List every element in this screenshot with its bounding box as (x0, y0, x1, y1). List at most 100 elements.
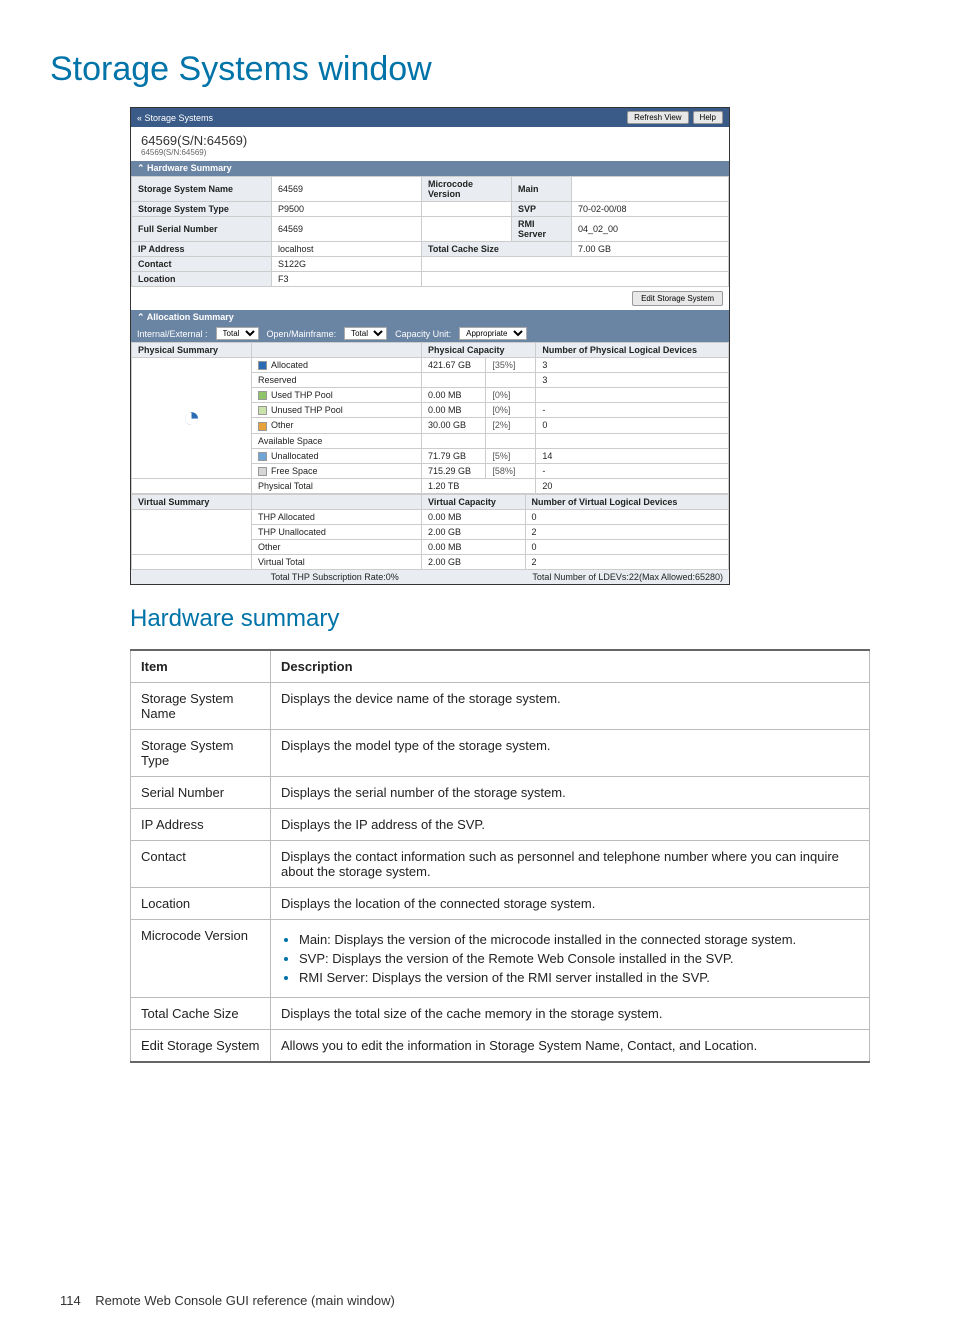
value (572, 177, 729, 202)
value: F3 (272, 272, 422, 287)
row-devices: 3 (536, 373, 729, 388)
refresh-view-button[interactable]: Refresh View (627, 111, 688, 124)
col-header: Number of Virtual Logical Devices (525, 494, 728, 509)
list-item: SVP: Displays the version of the Remote … (299, 951, 859, 966)
row-devices: 0 (525, 509, 728, 524)
row-capacity: 0.00 MB (422, 509, 526, 524)
hardware-summary-table: Storage System Name 64569 Microcode Vers… (131, 176, 729, 287)
physical-total-cap: 1.20 TB (422, 478, 536, 493)
table-row: IP AddressDisplays the IP address of the… (131, 808, 870, 840)
edit-storage-system-button[interactable]: Edit Storage System (632, 291, 723, 306)
value: localhost (272, 242, 422, 257)
row-name: THP Unallocated (252, 524, 422, 539)
breadcrumb-bar: « Storage Systems Refresh View Help (131, 108, 729, 127)
row-name: THP Allocated (252, 509, 422, 524)
value: 70-02-00/08 (572, 202, 729, 217)
desc-item: Total Cache Size (131, 997, 271, 1029)
allocation-summary-header[interactable]: ⌃ Allocation Summary (131, 310, 729, 325)
row-name: Reserved (252, 373, 422, 388)
row-percent (486, 373, 536, 388)
label: SVP (512, 202, 572, 217)
row-name: Other (252, 539, 422, 554)
filter-label: Internal/External : (137, 329, 208, 339)
virtual-total-label: Virtual Total (252, 554, 422, 569)
desc-text: Main: Displays the version of the microc… (271, 919, 870, 997)
desc-text: Displays the model type of the storage s… (271, 729, 870, 776)
row-devices (536, 433, 729, 448)
table-row: THP Allocated0.00 MB0 (132, 509, 729, 524)
help-button[interactable]: Help (693, 111, 723, 124)
table-row: Total Cache SizeDisplays the total size … (131, 997, 870, 1029)
filter-label: Capacity Unit: (395, 329, 451, 339)
row-percent (486, 433, 536, 448)
color-swatch-icon (258, 391, 267, 400)
value: S122G (272, 257, 422, 272)
color-swatch-icon (258, 467, 267, 476)
row-capacity: 2.00 GB (422, 524, 526, 539)
col-header: Virtual Capacity (422, 494, 526, 509)
label: Total Cache Size (422, 242, 572, 257)
col-header: Number of Physical Logical Devices (536, 343, 729, 358)
label: Contact (132, 257, 272, 272)
hardware-summary-header[interactable]: ⌃ Hardware Summary (131, 161, 729, 176)
row-capacity (422, 373, 486, 388)
chevron-icon: ⌃ (137, 312, 147, 322)
label: RMI Server (512, 217, 572, 242)
open-mainframe-select[interactable]: Total (344, 327, 387, 340)
row-percent: [0%] (486, 403, 536, 418)
label: Main (512, 177, 572, 202)
value: P9500 (272, 202, 422, 217)
chevron-icon: ⌃ (137, 163, 147, 173)
hardware-summary-description-table: Item Description Storage System NameDisp… (130, 649, 870, 1063)
row-devices (536, 388, 729, 403)
table-row: Storage System TypeDisplays the model ty… (131, 729, 870, 776)
label: Microcode Version (422, 177, 512, 202)
page-title: Storage Systems window (50, 50, 904, 89)
physical-total-dev: 20 (536, 478, 729, 493)
label: Storage System Type (132, 202, 272, 217)
col-header-description: Description (271, 650, 870, 683)
physical-summary-table: Physical Summary Physical Capacity Numbe… (131, 342, 729, 494)
desc-text: Allows you to edit the information in St… (271, 1029, 870, 1062)
desc-item: Storage System Name (131, 682, 271, 729)
row-name: Free Space (252, 463, 422, 478)
table-row: Serial NumberDisplays the serial number … (131, 776, 870, 808)
desc-item: Contact (131, 840, 271, 887)
value: 7.00 GB (572, 242, 729, 257)
desc-text: Displays the total size of the cache mem… (271, 997, 870, 1029)
page-footer: 114 Remote Web Console GUI reference (ma… (50, 1293, 904, 1308)
physical-total-label: Physical Total (252, 478, 422, 493)
capacity-unit-select[interactable]: Appropriate (459, 327, 527, 340)
row-capacity: 30.00 GB (422, 418, 486, 433)
list-item: RMI Server: Displays the version of the … (299, 970, 859, 985)
desc-item: Storage System Type (131, 729, 271, 776)
internal-external-select[interactable]: Total (216, 327, 259, 340)
desc-text: Displays the contact information such as… (271, 840, 870, 887)
breadcrumb[interactable]: « Storage Systems (137, 113, 213, 123)
value: 04_02_00 (572, 217, 729, 242)
total-ldev-count: Total Number of LDEVs:22(Max Allowed:652… (532, 572, 723, 582)
desc-item: Serial Number (131, 776, 271, 808)
label: Location (132, 272, 272, 287)
label: IP Address (132, 242, 272, 257)
filter-label: Open/Mainframe: (267, 329, 337, 339)
label: Storage System Name (132, 177, 272, 202)
value: 64569 (272, 177, 422, 202)
pie-chart-icon: ◔ (132, 358, 252, 479)
desc-item: Location (131, 887, 271, 919)
row-name: Allocated (252, 358, 422, 373)
table-row: Storage System NameDisplays the device n… (131, 682, 870, 729)
footer-text: Remote Web Console GUI reference (main w… (95, 1293, 395, 1308)
value: 64569 (272, 217, 422, 242)
desc-text: Displays the device name of the storage … (271, 682, 870, 729)
page-number: 114 (60, 1293, 81, 1308)
desc-text: Displays the IP address of the SVP. (271, 808, 870, 840)
row-capacity: 421.67 GB (422, 358, 486, 373)
allocation-filter-row: Internal/External : Total Open/Mainframe… (131, 325, 729, 342)
row-capacity: 0.00 MB (422, 539, 526, 554)
desc-item: Edit Storage System (131, 1029, 271, 1062)
row-percent: [5%] (486, 448, 536, 463)
storage-systems-screenshot: « Storage Systems Refresh View Help 6456… (130, 107, 730, 585)
device-header: 64569(S/N:64569) 64569(S/N:64569) (131, 127, 729, 161)
row-percent: [2%] (486, 418, 536, 433)
